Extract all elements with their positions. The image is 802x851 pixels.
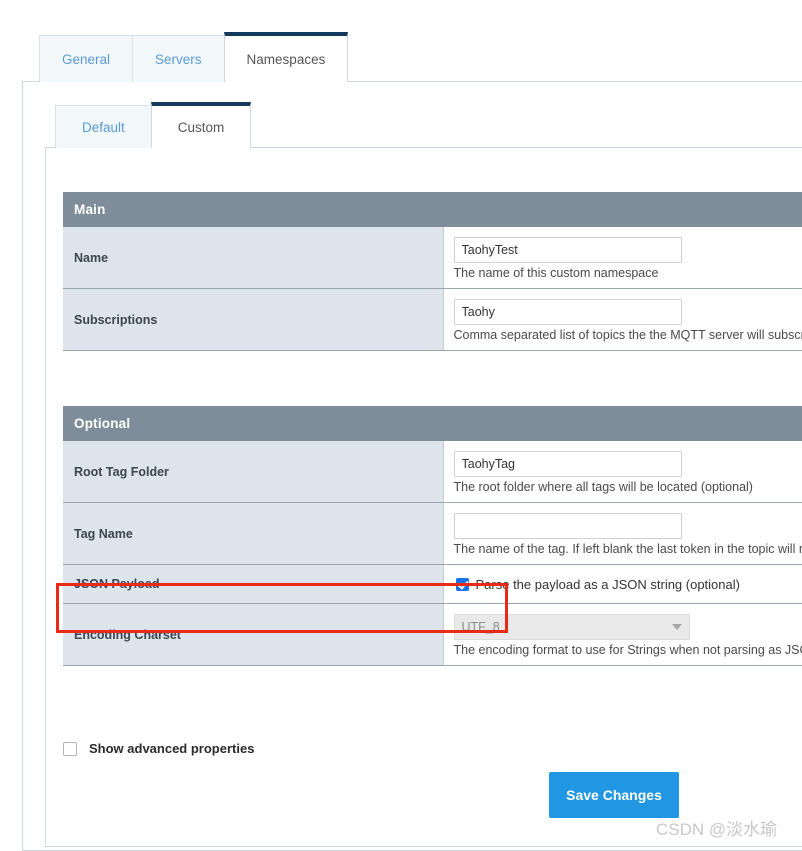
- optional-properties-table: Optional Root Tag Folder The root folder…: [63, 406, 802, 666]
- json-payload-field-cell: Parse the payload as a JSON string (opti…: [443, 565, 802, 604]
- encoding-charset-hint: The encoding format to use for Strings w…: [454, 643, 802, 658]
- name-input[interactable]: [454, 237, 682, 263]
- json-payload-checkbox[interactable]: [456, 578, 469, 591]
- tab-servers[interactable]: Servers: [132, 35, 225, 82]
- encoding-charset-field-cell: UTF_8 The encoding format to use for Str…: [443, 604, 802, 666]
- encoding-charset-label: Encoding Charset: [63, 604, 443, 666]
- tab-servers-label: Servers: [155, 52, 202, 67]
- tab-custom-label: Custom: [178, 120, 225, 135]
- name-field-cell: The name of this custom namespace: [443, 227, 802, 289]
- section-header-row: Optional: [63, 407, 802, 441]
- save-changes-button[interactable]: Save Changes: [549, 772, 679, 818]
- show-advanced-properties-row[interactable]: Show advanced properties: [63, 741, 254, 756]
- tab-namespaces[interactable]: Namespaces: [224, 32, 349, 82]
- main-properties-table: Main Name The name of this custom namesp…: [63, 192, 802, 351]
- name-hint: The name of this custom namespace: [454, 266, 802, 281]
- subscriptions-input[interactable]: [454, 299, 682, 325]
- root-tag-folder-field-cell: The root folder where all tags will be l…: [443, 441, 802, 503]
- tag-name-field-cell: The name of the tag. If left blank the l…: [443, 503, 802, 565]
- table-row: Encoding Charset UTF_8 The encoding form…: [63, 604, 802, 666]
- subscriptions-label: Subscriptions: [63, 289, 443, 351]
- json-payload-checkbox-row[interactable]: Parse the payload as a JSON string (opti…: [454, 565, 802, 603]
- tag-name-hint: The name of the tag. If left blank the l…: [454, 542, 802, 557]
- show-advanced-properties-label: Show advanced properties: [89, 741, 254, 756]
- name-label: Name: [63, 227, 443, 289]
- table-row: JSON Payload Parse the payload as a JSON…: [63, 565, 802, 604]
- root-tag-folder-input[interactable]: [454, 451, 682, 477]
- root-tag-folder-hint: The root folder where all tags will be l…: [454, 480, 802, 495]
- tab-default-label: Default: [82, 120, 125, 135]
- table-row: Root Tag Folder The root folder where al…: [63, 441, 802, 503]
- main-section-header: Main: [63, 193, 802, 227]
- encoding-charset-select[interactable]: UTF_8: [454, 614, 690, 640]
- table-row: Name The name of this custom namespace: [63, 227, 802, 289]
- subscriptions-field-cell: Comma separated list of topics the the M…: [443, 289, 802, 351]
- json-payload-checkbox-label: Parse the payload as a JSON string (opti…: [476, 577, 740, 592]
- tab-general-label: General: [62, 52, 110, 67]
- tab-general[interactable]: General: [39, 35, 133, 82]
- json-payload-label: JSON Payload: [63, 565, 443, 604]
- primary-tab-strip: General Servers Namespaces: [39, 34, 347, 82]
- table-row: Tag Name The name of the tag. If left bl…: [63, 503, 802, 565]
- section-header-row: Main: [63, 193, 802, 227]
- table-row: Subscriptions Comma separated list of to…: [63, 289, 802, 351]
- tab-default[interactable]: Default: [55, 105, 152, 148]
- tag-name-label: Tag Name: [63, 503, 443, 565]
- encoding-charset-value: UTF_8: [462, 620, 500, 634]
- tab-custom[interactable]: Custom: [151, 102, 252, 148]
- chevron-down-icon: [672, 624, 682, 630]
- tab-namespaces-label: Namespaces: [247, 52, 326, 67]
- subscriptions-hint: Comma separated list of topics the the M…: [454, 328, 802, 343]
- show-advanced-properties-checkbox[interactable]: [63, 742, 77, 756]
- secondary-tab-strip: Default Custom: [55, 104, 250, 148]
- tag-name-input[interactable]: [454, 513, 682, 539]
- optional-section-header: Optional: [63, 407, 802, 441]
- csdn-watermark: CSDN @淡水瑜: [656, 815, 777, 840]
- root-tag-folder-label: Root Tag Folder: [63, 441, 443, 503]
